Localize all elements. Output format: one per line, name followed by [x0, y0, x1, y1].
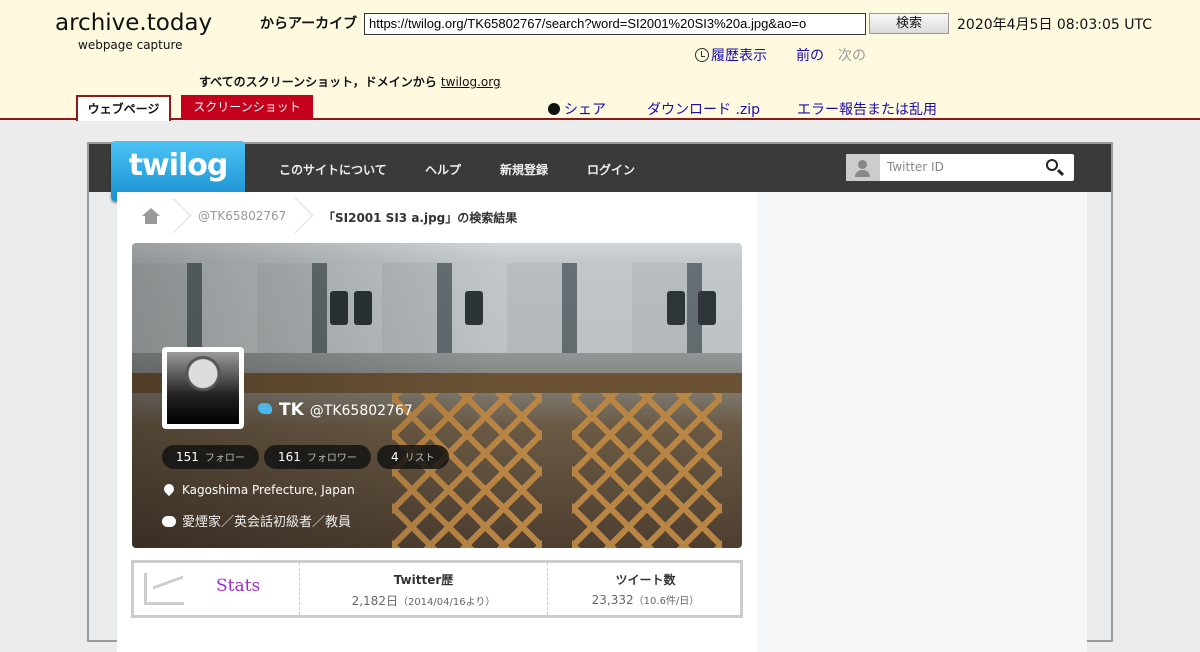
history-link[interactable]: 履歴表示: [695, 45, 767, 65]
follower-label: フォロワー: [306, 453, 357, 464]
profile-display-name: TK: [279, 400, 304, 420]
list-count: 4: [391, 450, 399, 464]
breadcrumb-search-result: 「SI2001 SI3 a.jpg」の検索結果: [323, 211, 518, 225]
tweet-count-value-line: 23,332（10.6件/日）: [548, 592, 743, 607]
archive-logo[interactable]: archive.today: [55, 10, 212, 36]
twitter-id-input[interactable]: Twitter ID: [887, 160, 944, 174]
twitter-history-value-line: 2,182日（2014/04/16より）: [300, 592, 547, 609]
line-chart-icon: [144, 573, 184, 605]
sidebar: [757, 192, 1087, 652]
twitter-history-title: Twitter歴: [393, 573, 454, 587]
previous-link[interactable]: 前の: [796, 45, 824, 65]
tweet-count-value: 23,332: [591, 593, 634, 607]
history-label: 履歴表示: [711, 48, 767, 64]
profile-header-image: TK @TK65802767 151 フォロー 161 フォロワー 4 リスト Kago…: [132, 243, 742, 548]
tab-screenshot[interactable]: スクリーンショット: [181, 95, 313, 120]
archived-page-frame: twilog このサイトについて ヘルプ 新規登録 ログイン Twitter I…: [87, 141, 1113, 652]
twilog-navbar: twilog このサイトについて ヘルプ 新規登録 ログイン Twitter I…: [89, 141, 1111, 201]
stats-label-cell[interactable]: Stats: [134, 563, 300, 615]
twitter-id-search: Twitter ID: [846, 154, 1074, 181]
avatar[interactable]: [162, 347, 244, 429]
bio-text: 愛煙家／英会話初級者／教員: [182, 515, 352, 530]
profile-bio: 愛煙家／英会話初級者／教員: [162, 511, 351, 530]
report-error-link[interactable]: エラー報告または乱用: [797, 99, 937, 119]
nav-register[interactable]: 新規登録: [500, 161, 548, 178]
share-link[interactable]: シェア: [548, 99, 606, 119]
avatar-photo: [167, 352, 239, 424]
archived-from-label: からアーカイブ: [260, 16, 358, 32]
twitter-history-value: 2,182日: [351, 594, 398, 608]
twitter-bird-icon: [258, 403, 272, 414]
archive-logo-subtitle: webpage capture: [78, 38, 183, 52]
twitter-history-cell: Twitter歴 2,182日（2014/04/16より）: [300, 563, 548, 615]
speech-bubble-icon: [162, 516, 176, 527]
location-text: Kagoshima Prefecture, Japan: [182, 483, 355, 497]
all-screenshots-line: すべてのスクリーンショット，ドメインから twilog.org: [199, 73, 501, 90]
breadcrumb: @TK65802767 「SI2001 SI3 a.jpg」の検索結果: [117, 192, 757, 238]
follower-count: 161: [278, 450, 301, 464]
profile-location: Kagoshima Prefecture, Japan: [161, 481, 355, 497]
download-zip-link[interactable]: ダウンロード .zip: [647, 99, 760, 119]
nav-login[interactable]: ログイン: [587, 161, 635, 178]
domain-link[interactable]: twilog.org: [441, 75, 501, 89]
twitter-history-note: （2014/04/16より）: [397, 597, 496, 608]
tweet-count-title: ツイート数: [615, 573, 676, 587]
breadcrumb-user[interactable]: @TK65802767: [198, 209, 286, 223]
share-label: シェア: [564, 102, 606, 118]
archived-url-field[interactable]: https://twilog.org/TK65802767/search?wor…: [364, 13, 866, 35]
breadcrumb-separator: [293, 198, 309, 232]
follow-count-pill[interactable]: 151 フォロー: [162, 445, 259, 469]
person-icon: [846, 154, 880, 181]
capture-timestamp: 2020年4月5日 08:03:05 UTC: [957, 17, 1152, 33]
all-screenshots-label: すべてのスクリーンショット，ドメインから: [199, 75, 437, 89]
list-label: リスト: [404, 453, 435, 464]
stats-panel: Stats Twitter歴 2,182日（2014/04/16より） ツイート…: [131, 560, 743, 618]
location-pin-icon: [161, 481, 177, 497]
search-button[interactable]: 検索: [869, 13, 949, 34]
history-clock-icon: [695, 48, 709, 62]
list-count-pill[interactable]: 4 リスト: [377, 445, 449, 469]
share-icon: [548, 103, 560, 115]
follow-label: フォロー: [204, 453, 245, 464]
breadcrumb-separator: [171, 198, 187, 232]
search-icon[interactable]: [1046, 159, 1058, 171]
nav-help[interactable]: ヘルプ: [425, 161, 461, 178]
follower-count-pill[interactable]: 161 フォロワー: [264, 445, 371, 469]
nav-about[interactable]: このサイトについて: [279, 161, 387, 178]
main-column: @TK65802767 「SI2001 SI3 a.jpg」の検索結果 TK @T…: [117, 192, 757, 652]
tweet-count-cell: ツイート数 23,332（10.6件/日）: [548, 563, 743, 615]
next-link: 次の: [838, 48, 866, 64]
stats-label: Stats: [216, 576, 261, 596]
profile-handle[interactable]: @TK65802767: [310, 403, 413, 419]
profile-name: TK @TK65802767: [258, 400, 413, 420]
tweet-count-note: （10.6件/日）: [633, 596, 700, 607]
follow-count: 151: [176, 450, 199, 464]
archive-header: archive.today webpage capture からアーカイブ ht…: [0, 0, 1200, 121]
tab-webpage[interactable]: ウェブページ: [76, 95, 171, 121]
